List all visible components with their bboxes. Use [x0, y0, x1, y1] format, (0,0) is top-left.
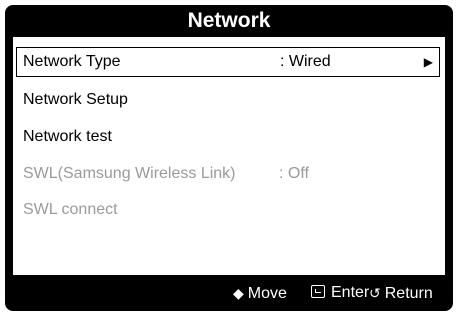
- menu-item-network-setup[interactable]: Network Setup: [13, 85, 445, 115]
- menu-item-label: Network Setup: [23, 91, 128, 108]
- menu-item-network-test[interactable]: Network test: [13, 122, 445, 152]
- menu-title: Network: [187, 9, 271, 32]
- return-hint: ↺ Return: [369, 275, 433, 312]
- menu-item-label: Network Type: [23, 53, 121, 70]
- move-hint: ◆ Move: [233, 275, 287, 312]
- menu-item-label: SWL connect: [23, 201, 118, 218]
- enter-hint: Enter: [311, 275, 369, 311]
- return-label: Return: [384, 285, 433, 302]
- footer-hints: ◆ Move Enter ↺ Return: [5, 275, 453, 311]
- menu-item-swl-connect: SWL connect: [13, 195, 445, 225]
- move-label: Move: [247, 285, 287, 302]
- enter-icon: [311, 285, 325, 298]
- up-down-icon: ◆: [233, 285, 244, 301]
- menu-item-swl: SWL(Samsung Wireless Link) : Off: [13, 159, 445, 189]
- menu-item-value: : Wired: [280, 53, 331, 70]
- menu-item-label: Network test: [23, 128, 112, 145]
- menu-panel: Network Type : Wired ▶ Network Setup Net…: [13, 37, 445, 275]
- return-icon: ↺: [369, 285, 381, 301]
- network-menu-window: Network Network Type : Wired ▶ Network S…: [5, 5, 453, 311]
- enter-label: Enter: [331, 284, 370, 301]
- right-arrow-icon[interactable]: ▶: [424, 48, 433, 76]
- menu-item-label: SWL(Samsung Wireless Link): [23, 165, 236, 182]
- menu-item-value: : Off: [279, 165, 309, 182]
- menu-item-network-type[interactable]: Network Type : Wired ▶: [16, 47, 440, 77]
